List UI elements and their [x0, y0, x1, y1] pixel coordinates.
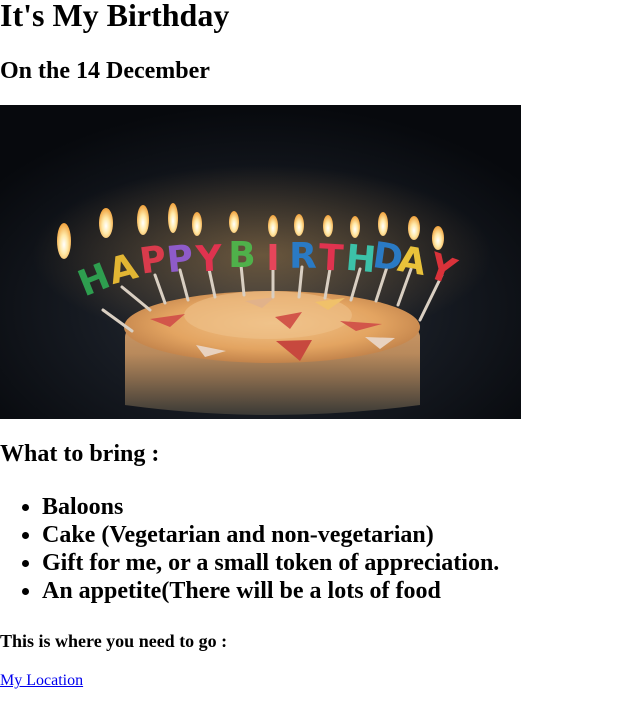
- svg-text:P: P: [165, 238, 196, 282]
- list-item: An appetite(There will be a lots of food: [42, 577, 499, 605]
- svg-text:T: T: [318, 237, 345, 279]
- svg-text:I: I: [266, 238, 279, 279]
- my-location-link[interactable]: My Location: [0, 671, 83, 690]
- svg-text:B: B: [228, 235, 255, 276]
- svg-text:P: P: [137, 238, 169, 282]
- list-item: Cake (Vegetarian and non-vegetarian): [42, 521, 499, 549]
- birthday-cake-image: H A P P Y B I R T H D A Y: [0, 105, 521, 419]
- svg-text:R: R: [289, 236, 317, 277]
- bring-list: Baloons Cake (Vegetarian and non-vegetar…: [0, 493, 499, 605]
- svg-text:Y: Y: [194, 238, 224, 280]
- page-title: It's My Birthday: [0, 0, 230, 33]
- list-item: Baloons: [42, 493, 499, 521]
- what-to-bring-heading: What to bring :: [0, 441, 160, 467]
- event-date-heading: On the 14 December: [0, 58, 210, 84]
- list-item: Gift for me, or a small token of appreci…: [42, 549, 499, 577]
- directions-heading: This is where you need to go :: [0, 631, 228, 651]
